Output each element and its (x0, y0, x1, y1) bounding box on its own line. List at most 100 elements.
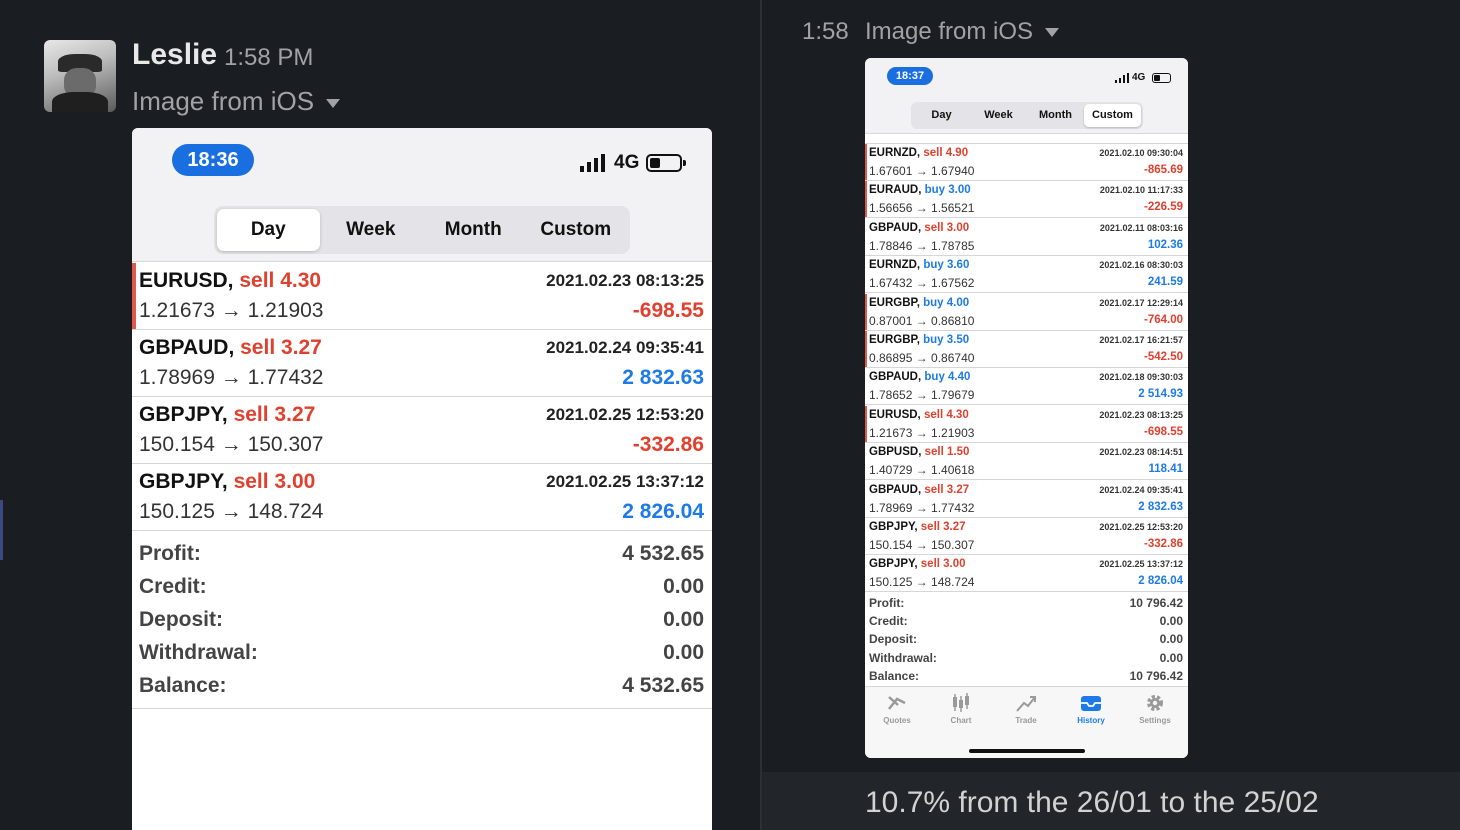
battery-icon (646, 154, 686, 172)
signal-icon (580, 154, 605, 172)
trade-history-screenshot[interactable]: 18:37 4G Day Week Month Custom EURNZD, s… (865, 58, 1188, 758)
tab-custom[interactable]: Custom (1084, 104, 1141, 127)
trade-side: sell 3.27 (233, 403, 316, 426)
trade-profit: 102.36 (1147, 238, 1183, 251)
summary-row: Deposit: 0.00 (865, 630, 1188, 648)
trade-date: 2021.02.23 08:13:25 (546, 271, 704, 290)
trade-side: sell 3.27 (920, 521, 966, 533)
trade-side: sell 3.00 (920, 558, 966, 571)
tab-day[interactable]: Day (913, 104, 970, 127)
trade-profit: 241.59 (1147, 276, 1183, 289)
tab-day[interactable]: Day (217, 209, 320, 251)
trade-side: sell 3.00 (924, 221, 970, 234)
file-label[interactable]: Image from iOS (132, 86, 341, 117)
tab-week[interactable]: Week (320, 209, 423, 251)
table-row[interactable]: GBPAUD, buy 4.40 2021.02.18 09:30:03 1.786… (865, 368, 1188, 406)
trade-date: 2021.02.17 12:29:14 (1099, 297, 1183, 308)
trade-side: buy 3.00 (924, 184, 971, 197)
message-time[interactable]: 1:58 (802, 18, 849, 46)
tab-settings[interactable]: Settings (1125, 693, 1185, 725)
summary-label: Credit: (139, 575, 207, 598)
summary-value: 0.00 (663, 608, 704, 631)
table-row[interactable]: EURNZD, sell 4.90 2021.02.10 09:30:04 1.67… (865, 144, 1188, 181)
symbol-text: EURUSD, (869, 408, 921, 421)
table-row[interactable]: EURUSD, sell 4.30 2021.02.23 08:13:25 1.21… (132, 263, 712, 330)
chart-icon (953, 693, 969, 712)
table-row[interactable]: GBPAUD, sell 3.27 2021.02.24 09:35:41 1.78… (132, 330, 712, 397)
status-and-filter-bar: 18:36 4G Day Week Month Custom (132, 128, 712, 262)
tab-label: Chart (950, 716, 972, 725)
trade-symbol: EURGBP, buy 4.00 (869, 297, 969, 309)
trade-date: 2021.02.23 08:14:51 (1099, 447, 1183, 458)
trade-symbol: EURNZD, buy 3.60 (869, 259, 969, 271)
avatar-body (52, 92, 108, 112)
avatar[interactable] (44, 40, 116, 112)
table-row[interactable]: GBPUSD, sell 1.50 2021.02.23 08:14:51 1.40… (865, 443, 1188, 481)
trade-symbol: GBPAUD, sell 3.00 (869, 222, 969, 234)
trade-date: 2021.02.25 12:53:20 (1099, 522, 1183, 532)
symbol-text: GBPJPY, (139, 403, 228, 426)
trade-date: 2021.02.16 08:30:03 (1099, 260, 1183, 271)
table-row[interactable]: GBPJPY, sell 3.00 2021.02.25 13:37:12 150.… (132, 464, 712, 531)
trade-prices: 1.78846 → 1.78785 (869, 238, 975, 253)
summary-label: Credit: (869, 614, 908, 629)
summary-row: Deposit: 0.00 (132, 605, 712, 638)
history-icon (1081, 696, 1101, 711)
table-row[interactable]: EURAUD, buy 3.00 2021.02.10 11:17:33 1.566… (865, 181, 1188, 219)
symbol-text: GBPAUD, (869, 221, 922, 234)
trade-profit: -332.86 (1143, 538, 1183, 550)
trade-history-screenshot[interactable]: 18:36 4G Day Week Month Custom EURUSD, s… (132, 128, 712, 830)
table-row[interactable]: EURGBP, buy 3.50 2021.02.17 16:21:57 0.868… (865, 331, 1188, 368)
table-row[interactable]: EURGBP, buy 4.00 2021.02.17 12:29:14 0.870… (865, 293, 1188, 331)
trade-symbol: EURNZD, sell 4.90 (869, 147, 968, 159)
trade-side: sell 4.90 (923, 147, 969, 159)
tab-quotes[interactable]: Quotes (867, 693, 927, 725)
message-time[interactable]: 1:58 PM (224, 44, 313, 72)
tab-history[interactable]: History (1061, 693, 1121, 725)
trade-symbol: GBPAUD, sell 3.27 (869, 484, 969, 496)
bottom-tab-bar: Quotes Chart Trade History Settings (865, 686, 1188, 758)
summary-row: Balance: 4 532.65 (132, 671, 712, 704)
trade-date: 2021.02.24 09:35:41 (546, 338, 704, 357)
summary-label: Balance: (139, 674, 227, 697)
battery-icon (1152, 73, 1171, 83)
trade-prices: 150.125 → 148.724 (139, 500, 324, 523)
summary-label: Profit: (139, 542, 201, 565)
trade-date: 2021.02.17 16:21:57 (1099, 335, 1183, 345)
trade-prices: 1.78969 → 1.77432 (869, 500, 975, 515)
table-row[interactable]: GBPJPY, sell 3.27 2021.02.25 12:53:20 150.… (132, 397, 712, 464)
table-row[interactable]: EURUSD, sell 4.30 2021.02.23 08:13:25 1.21… (865, 405, 1188, 443)
trade-profit: -698.55 (1143, 425, 1183, 438)
summary-value: 0.00 (1159, 632, 1183, 647)
chevron-down-icon[interactable] (1045, 28, 1060, 38)
summary-label: Balance: (869, 668, 920, 683)
tab-label: Settings (1139, 716, 1171, 725)
tab-week[interactable]: Week (970, 104, 1027, 127)
clipped-row (865, 134, 1188, 144)
period-segmented-control: Day Week Month Custom (911, 102, 1143, 129)
table-row[interactable]: GBPJPY, sell 3.27 2021.02.25 12:53:20 150.… (865, 518, 1188, 555)
gear-icon (1147, 695, 1163, 711)
file-label[interactable]: Image from iOS (865, 18, 1060, 46)
pane-edge-indicator (0, 500, 3, 560)
table-row[interactable]: GBPAUD, sell 3.00 2021.02.11 08:03:16 1.78… (865, 219, 1188, 256)
chevron-down-icon[interactable] (326, 98, 341, 108)
tab-chart[interactable]: Chart (931, 693, 991, 725)
trade-prices: 150.125 → 148.724 (869, 575, 975, 590)
author-name[interactable]: Leslie (132, 38, 217, 72)
network-type: 4G (1132, 72, 1146, 83)
table-row[interactable]: GBPAUD, sell 3.27 2021.02.24 09:35:41 1.78… (865, 481, 1188, 518)
tab-month[interactable]: Month (1027, 104, 1084, 127)
loss-marker (865, 144, 867, 180)
table-row[interactable]: EURNZD, buy 3.60 2021.02.16 08:30:03 1.674… (865, 256, 1188, 294)
trade-profit: -332.86 (632, 433, 704, 456)
table-row[interactable]: GBPJPY, sell 3.00 2021.02.25 13:37:12 150.… (865, 555, 1188, 593)
summary-row: Withdrawal: 0.00 (132, 638, 712, 671)
trade-profit: 2 832.63 (1138, 500, 1183, 513)
tab-custom[interactable]: Custom (525, 209, 628, 251)
tab-month[interactable]: Month (422, 209, 525, 251)
trade-side: buy 3.60 (923, 259, 970, 272)
trade-side: buy 4.40 (924, 371, 971, 384)
tab-trade[interactable]: Trade (996, 693, 1056, 725)
symbol-text: GBPJPY, (139, 470, 228, 493)
